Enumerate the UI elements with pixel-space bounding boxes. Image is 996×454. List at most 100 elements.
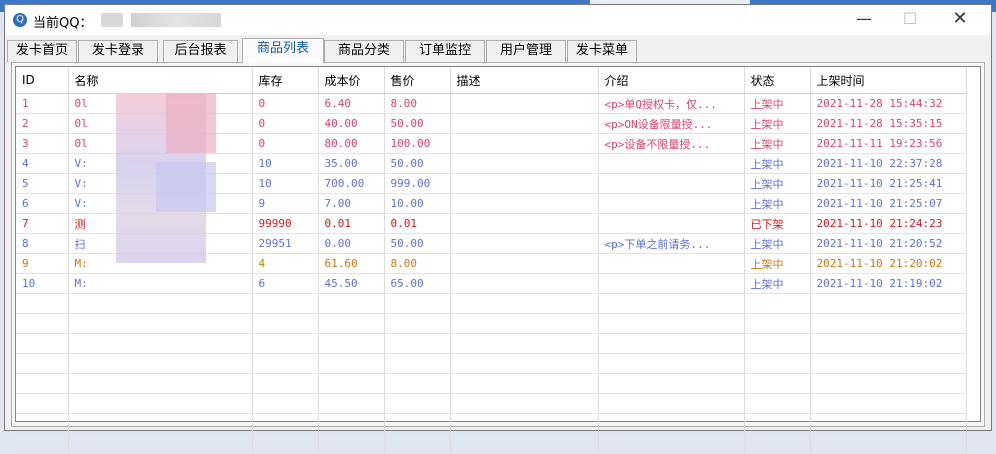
cell-price: 100.00 bbox=[384, 133, 451, 154]
cell-time: 2021-11-11 19:23:56 bbox=[810, 133, 967, 154]
cell-intro bbox=[598, 253, 745, 274]
cell-cost: 80.00 bbox=[318, 133, 385, 154]
cell-time: 2021-11-10 21:20:02 bbox=[810, 253, 967, 274]
cell-id: 9 bbox=[16, 253, 69, 274]
tab-bar: 发卡首页 发卡登录 后台报表 商品列表 商品分类 订单监控 用户管理 发卡菜单 bbox=[7, 38, 987, 63]
cell-cost: 6.40 bbox=[318, 93, 385, 114]
cell-price: 50.00 bbox=[384, 113, 451, 134]
tab-panel: ID 名称 库存 成本价 售价 描述 介绍 状态 上架时间 1 0l 0 6.40 8.00 <p>单Q授… bbox=[11, 62, 985, 454]
cell-status: 已下架 bbox=[744, 213, 811, 234]
cell-id: 2 bbox=[16, 113, 69, 134]
column-header[interactable]: 库存 bbox=[252, 67, 319, 94]
cell-time: 2021-11-10 22:37:28 bbox=[810, 153, 967, 174]
cell-price: 0.01 bbox=[384, 213, 451, 234]
empty-row bbox=[16, 293, 967, 314]
cell-price: 999.00 bbox=[384, 173, 451, 194]
cell-status: 上架中 bbox=[744, 233, 811, 254]
empty-row bbox=[16, 333, 967, 354]
cell-stock: 0 bbox=[252, 113, 319, 134]
cell-cost: 61.60 bbox=[318, 253, 385, 274]
tab-1[interactable]: 发卡首页 bbox=[7, 40, 77, 62]
column-header[interactable]: 名称 bbox=[68, 67, 253, 94]
column-header[interactable]: 介绍 bbox=[598, 67, 745, 94]
cell-price: 50.00 bbox=[384, 233, 451, 254]
cell-intro bbox=[598, 213, 745, 234]
cell-desc bbox=[450, 253, 599, 274]
column-header[interactable]: 上架时间 bbox=[810, 67, 967, 94]
cell-cost: 0.01 bbox=[318, 213, 385, 234]
tab-8[interactable]: 发卡菜单 bbox=[567, 40, 637, 62]
cell-id: 10 bbox=[16, 273, 69, 294]
cell-cost: 45.50 bbox=[318, 273, 385, 294]
maximize-icon[interactable]: ☐ bbox=[887, 5, 933, 35]
cell-status: 上架中 bbox=[744, 93, 811, 114]
cell-status: 上架中 bbox=[744, 253, 811, 274]
cell-intro bbox=[598, 153, 745, 174]
cell-intro bbox=[598, 173, 745, 194]
cell-cost: 0.00 bbox=[318, 233, 385, 254]
cell-desc bbox=[450, 133, 599, 154]
cell-cost: 35.00 bbox=[318, 153, 385, 174]
cell-price: 8.00 bbox=[384, 93, 451, 114]
empty-row bbox=[16, 313, 967, 334]
minimize-icon[interactable]: — bbox=[841, 5, 887, 35]
cell-id: 3 bbox=[16, 133, 69, 154]
empty-row bbox=[16, 393, 967, 414]
cell-time: 2021-11-10 21:24:23 bbox=[810, 213, 967, 234]
tab-7[interactable]: 用户管理 bbox=[486, 40, 566, 62]
cell-cost: 7.00 bbox=[318, 193, 385, 214]
tab-4[interactable]: 商品列表 bbox=[242, 38, 324, 63]
cell-time: 2021-11-28 15:44:32 bbox=[810, 93, 967, 114]
cell-id: 5 bbox=[16, 173, 69, 194]
cell-price: 50.00 bbox=[384, 153, 451, 174]
cell-intro: <p>单Q授权卡，仅... bbox=[598, 93, 745, 114]
tab-6[interactable]: 订单监控 bbox=[405, 40, 485, 62]
cell-stock: 10 bbox=[252, 173, 319, 194]
cell-intro bbox=[598, 193, 745, 214]
cell-desc bbox=[450, 193, 599, 214]
cell-time: 2021-11-28 15:35:15 bbox=[810, 113, 967, 134]
column-header[interactable]: 状态 bbox=[744, 67, 811, 94]
title-bar: Q 当前QQ： — ☐ ✕ bbox=[5, 5, 991, 35]
cell-desc bbox=[450, 213, 599, 234]
cell-cost: 700.00 bbox=[318, 173, 385, 194]
cell-desc bbox=[450, 173, 599, 194]
cell-stock: 0 bbox=[252, 93, 319, 114]
column-header[interactable]: 售价 bbox=[384, 67, 451, 94]
column-header[interactable]: 成本价 bbox=[318, 67, 385, 94]
table-header: ID 名称 库存 成本价 售价 描述 介绍 状态 上架时间 bbox=[16, 67, 967, 94]
cell-desc bbox=[450, 273, 599, 294]
column-header[interactable]: ID bbox=[16, 67, 69, 94]
cell-status: 上架中 bbox=[744, 173, 811, 194]
cell-desc bbox=[450, 93, 599, 114]
column-header[interactable]: 描述 bbox=[450, 67, 599, 94]
cell-id: 7 bbox=[16, 213, 69, 234]
cell-time: 2021-11-10 21:20:52 bbox=[810, 233, 967, 254]
cell-desc bbox=[450, 153, 599, 174]
cell-intro bbox=[598, 273, 745, 294]
product-list-grid[interactable]: ID 名称 库存 成本价 售价 描述 介绍 状态 上架时间 1 0l 0 6.40 8.00 <p>单Q授… bbox=[15, 66, 981, 454]
cell-stock: 0 bbox=[252, 133, 319, 154]
tab-2[interactable]: 发卡登录 bbox=[78, 40, 158, 62]
cell-intro: <p>设备不限量授... bbox=[598, 133, 745, 154]
table-row[interactable]: 10 M: 6 45.50 65.00 上架中 2021-11-10 21:19:02 bbox=[16, 273, 967, 294]
cell-time: 2021-11-10 21:19:02 bbox=[810, 273, 967, 294]
redacted-name-blur bbox=[166, 93, 216, 153]
cell-desc bbox=[450, 113, 599, 134]
cell-id: 6 bbox=[16, 193, 69, 214]
empty-row bbox=[16, 413, 967, 434]
tab-5[interactable]: 商品分类 bbox=[324, 40, 404, 62]
cell-id: 8 bbox=[16, 233, 69, 254]
cell-stock: 9 bbox=[252, 193, 319, 214]
window-title: 当前QQ： bbox=[33, 16, 93, 31]
cell-stock: 4 bbox=[252, 253, 319, 274]
tab-3[interactable]: 后台报表 bbox=[163, 40, 238, 62]
empty-row bbox=[16, 353, 967, 374]
cell-status: 上架中 bbox=[744, 113, 811, 134]
close-icon[interactable]: ✕ bbox=[937, 5, 983, 35]
app-window: Q 当前QQ： — ☐ ✕ 发卡首页 发卡登录 后台报表 商品列表 商品分类 订单监控 用户… bbox=[4, 4, 992, 454]
cell-stock: 99990 bbox=[252, 213, 319, 234]
cell-price: 10.00 bbox=[384, 193, 451, 214]
redacted-name-blur bbox=[156, 162, 216, 212]
cell-id: 1 bbox=[16, 93, 69, 114]
